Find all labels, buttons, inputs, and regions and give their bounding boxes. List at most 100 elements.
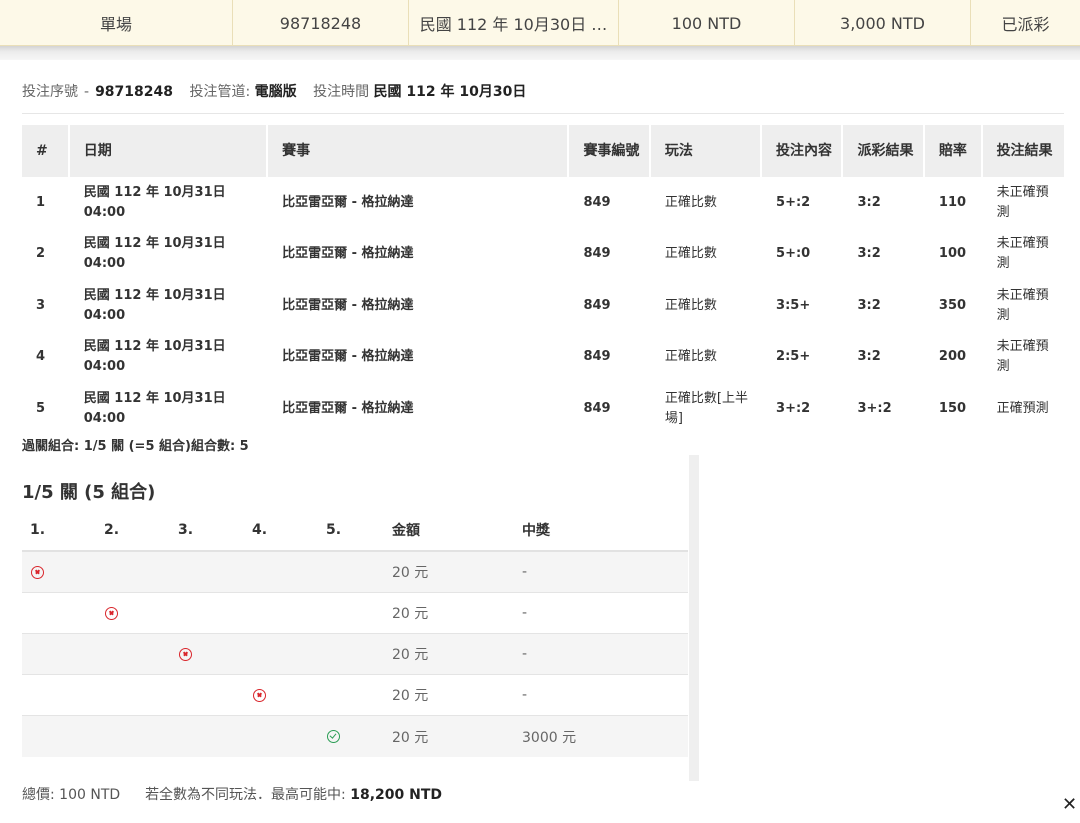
header-play: 玩法 [650, 125, 761, 177]
header-prize: 中獎 [522, 523, 550, 539]
row-date: 民國 112 年 10月31日 [83, 339, 226, 355]
row-result: 3:2 [857, 246, 881, 262]
time-label: 投注時間 [313, 84, 370, 100]
combination-amount: 20 元 [392, 606, 429, 622]
row-odds: 100 [938, 246, 967, 262]
row-pick: 5+:2 [776, 194, 811, 210]
row-result: 3:2 [857, 349, 881, 365]
row-odds: 150 [938, 400, 967, 416]
row-match-no: 849 [583, 400, 611, 416]
total-value: 100 NTD [59, 787, 121, 803]
total-label: 總價: [22, 787, 55, 803]
row-odds: 110 [938, 194, 967, 210]
row-match: 比亞雷亞爾 - 格拉納達 [282, 246, 414, 262]
row-index: 4 [36, 349, 46, 365]
serial-separator: - [84, 84, 90, 100]
row-time: 04:00 [83, 410, 126, 426]
row-datetime: 民國 112 年 10月31日 04:00 [70, 337, 266, 377]
row-outcome: 正確預測 [996, 400, 1049, 416]
combination-row: 20 元 - [22, 593, 688, 634]
table-row: 5 民國 112 年 10月31日 04:00 比亞雷亞爾 - 格拉納達 849 … [22, 383, 1064, 435]
info-divider [22, 113, 1064, 114]
row-play: 正確比數 [664, 246, 717, 262]
header-leg-2: 2. [104, 522, 120, 538]
row-date: 民國 112 年 10月31日 [83, 287, 226, 303]
row-match-no: 849 [583, 246, 611, 262]
row-outcome: 未正確預測 [996, 184, 1049, 220]
row-datetime: 民國 112 年 10月31日 04:00 [70, 389, 266, 429]
combination-row: 20 元 - [22, 552, 688, 593]
combination-prize: 3000 元 [522, 729, 577, 746]
header-amount: 金額 [392, 523, 420, 539]
summary-status: 已派彩 [1001, 15, 1050, 34]
table-row: 2 民國 112 年 10月31日 04:00 比亞雷亞爾 - 格拉納達 849 … [22, 229, 1064, 281]
combination-table: 1. 2. 3. 4. 5. 金額 中獎 20 元 - 20 元 - 20 元 … [22, 510, 688, 757]
header-leg-4: 4. [252, 522, 268, 538]
row-match-no: 849 [583, 194, 611, 210]
row-odds: 350 [938, 297, 967, 313]
table-row: 3 民國 112 年 10月31日 04:00 比亞雷亞爾 - 格拉納達 849 … [22, 280, 1064, 332]
combination-amount: 20 元 [392, 565, 429, 581]
channel-value: 電腦版 [254, 84, 297, 100]
row-match: 比亞雷亞爾 - 格拉納達 [282, 297, 414, 313]
table-row: 1 民國 112 年 10月31日 04:00 比亞雷亞爾 - 格拉納達 849 … [22, 177, 1064, 229]
row-match: 比亞雷亞爾 - 格拉納達 [282, 349, 414, 365]
row-index: 5 [36, 400, 46, 416]
header-pick: 投注內容 [762, 125, 842, 177]
circle-x-icon [31, 565, 44, 579]
header-index: # [22, 125, 68, 177]
row-outcome: 未正確預測 [996, 339, 1049, 375]
channel-label: 投注管道: [189, 84, 251, 100]
row-time: 04:00 [83, 359, 126, 375]
summary-type: 單場 [0, 0, 233, 46]
combination-amount: 20 元 [392, 688, 429, 704]
combination-row: 20 元 - [22, 675, 688, 716]
close-icon[interactable]: ✕ [1062, 795, 1077, 815]
row-index: 2 [36, 246, 46, 262]
header-date: 日期 [69, 125, 267, 177]
bet-info-line: 投注序號 -98718248 投注管道: 電腦版 投注時間 民國 112 年 10… [22, 81, 538, 101]
section-divider [689, 455, 699, 781]
row-pick: 5+:0 [776, 246, 811, 262]
header-outcome: 投注結果 [982, 125, 1064, 177]
row-pick: 3:5+ [776, 297, 811, 313]
row-time: 04:00 [83, 204, 126, 220]
bet-summary-row[interactable]: 單場 98718248 民國 112 年 10月30日 … 100 NTD 3,… [0, 0, 1080, 46]
summary-serial: 98718248 [233, 0, 409, 46]
row-index: 1 [36, 194, 46, 210]
combination-prize: - [522, 687, 528, 703]
combination-title: 1/5 關 (5 組合) [22, 482, 156, 503]
combination-row: 20 元 3000 元 [22, 716, 688, 757]
serial-label: 投注序號 [22, 84, 78, 100]
row-date: 民國 112 年 10月31日 [83, 236, 226, 252]
row-datetime: 民國 112 年 10月31日 04:00 [70, 183, 266, 223]
summary-stake: 100 NTD [619, 0, 795, 46]
table-row: 4 民國 112 年 10月31日 04:00 比亞雷亞爾 - 格拉納達 849 … [22, 332, 1064, 384]
row-date: 民國 112 年 10月31日 [83, 184, 226, 200]
summary-date: 民國 112 年 10月30日 … [409, 0, 619, 46]
row-pick: 3+:2 [776, 400, 811, 416]
combination-prize: - [522, 605, 528, 621]
header-match: 賽事 [268, 125, 568, 177]
bet-footer: 總價: 100 NTD 若全數為不同玩法．最高可能中: 18,200 NTD [22, 784, 442, 804]
row-match: 比亞雷亞爾 - 格拉納達 [282, 194, 414, 210]
row-datetime: 民國 112 年 10月31日 04:00 [70, 286, 266, 326]
circle-x-icon [105, 606, 118, 620]
row-outcome: 未正確預測 [996, 236, 1049, 272]
bets-table-header: # 日期 賽事 賽事編號 玩法 投注內容 派彩結果 賠率 投注結果 [22, 125, 1064, 177]
combination-prize: - [522, 646, 528, 662]
time-value: 民國 112 年 10月30日 [373, 84, 527, 100]
header-odds: 賠率 [924, 125, 981, 177]
row-outcome: 未正確預測 [996, 287, 1049, 323]
row-play: 正確比數[上半場] [664, 390, 748, 426]
combination-row: 20 元 - [22, 634, 688, 675]
row-result: 3:2 [857, 194, 881, 210]
row-result: 3+:2 [857, 400, 892, 416]
serial-value: 98718248 [95, 84, 173, 100]
bets-table: # 日期 賽事 賽事編號 玩法 投注內容 派彩結果 賠率 投注結果 1 民國 1… [22, 125, 1064, 435]
max-win-value: 18,200 NTD [350, 787, 443, 803]
summary-shadow [0, 46, 1080, 60]
row-match-no: 849 [583, 297, 611, 313]
row-play: 正確比數 [664, 349, 717, 365]
summary-max-win: 3,000 NTD [795, 0, 971, 46]
